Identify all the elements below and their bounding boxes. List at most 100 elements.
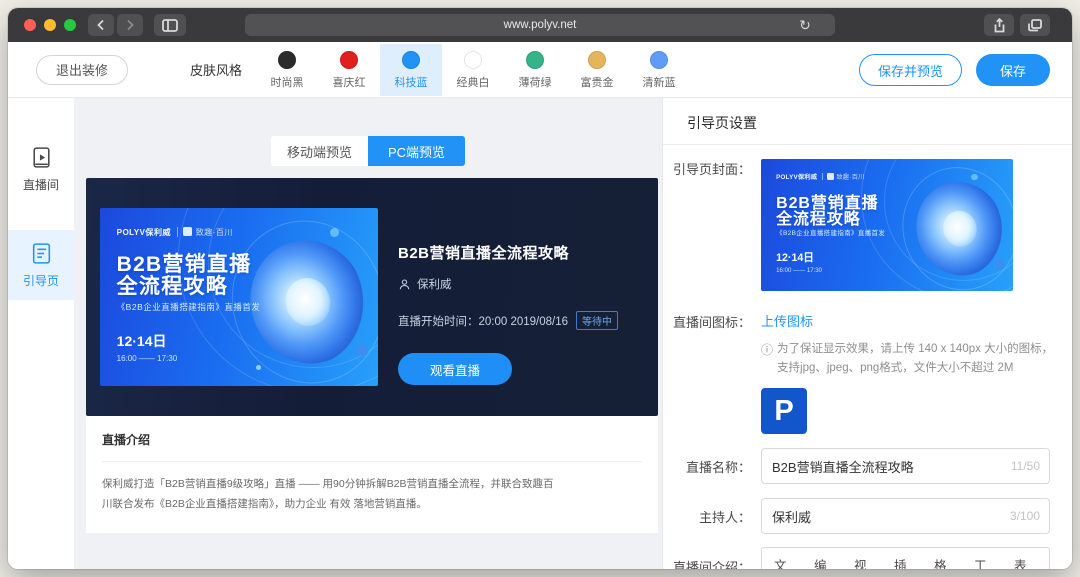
skin-color-dot (402, 51, 420, 69)
skin-option-label: 时尚黑 (271, 74, 304, 90)
info-icon: ⓘ (761, 341, 773, 377)
tab-pc-preview[interactable]: PC端预览 (368, 136, 465, 166)
live-name-input[interactable] (761, 448, 1050, 484)
tab-mobile-preview[interactable]: 移动端预览 (271, 136, 368, 166)
skin-swatch-list: 时尚黑 喜庆红 科技蓝 经典白 薄荷绿 富贵金 (256, 44, 690, 96)
skin-option-label: 富贵金 (581, 74, 614, 90)
brand-divider (177, 227, 178, 237)
status-badge: 等待中 (576, 311, 618, 330)
skin-option-white[interactable]: 经典白 (442, 44, 504, 96)
skin-style-label: 皮肤风格 (190, 60, 242, 79)
sidebar-item-label: 直播间 (23, 176, 59, 193)
banner-3d-disc (904, 171, 1013, 287)
polyv-logo: POLYV保利威 (117, 226, 171, 238)
live-info-block: B2B营销直播全流程攻略 保利威 直播开始时间：20:00 2019/08/16… (398, 242, 618, 385)
live-name-label: 直播名称： (663, 457, 751, 476)
skin-option-gold[interactable]: 富贵金 (566, 44, 628, 96)
skin-option-fresh-blue[interactable]: 清新蓝 (628, 44, 690, 96)
char-counter: 11/50 (1011, 459, 1040, 473)
live-cover-banner: POLYV保利威 致趣·百川 B2B营销直播 全流程攻略 《B2B企业直播搭建指… (100, 208, 378, 386)
browser-sidebar-toggle-button[interactable] (154, 14, 186, 36)
skin-option-label: 经典白 (457, 74, 490, 90)
minimize-window-button[interactable] (44, 19, 56, 31)
skin-color-dot (526, 51, 544, 69)
browser-back-button[interactable] (88, 14, 114, 36)
browser-share-button[interactable] (984, 14, 1014, 36)
exit-decorate-button[interactable]: 退出装修 (36, 55, 128, 85)
live-host-row: 保利威 (398, 276, 618, 292)
skin-option-label: 喜庆红 (333, 74, 366, 90)
skin-color-dot (650, 51, 668, 69)
cobrand-name: 致趣·百川 (836, 172, 864, 181)
editor-menu-edit[interactable]: 编辑 (814, 555, 837, 569)
skin-color-dot (588, 51, 606, 69)
live-intro-section: 直播介绍 保利威打造「B2B营销直播9级攻略」直播 —— 用90分钟拆解B2B营… (86, 416, 658, 533)
chevron-right-icon (125, 19, 135, 31)
decor-dot (256, 365, 261, 370)
skin-option-black[interactable]: 时尚黑 (256, 44, 318, 96)
rich-text-editor[interactable]: 文件 编辑 视图 插入 格式 工具 表格 (761, 547, 1050, 569)
cobrand-logo-icon (183, 227, 192, 236)
browser-tabs-button[interactable] (1020, 14, 1050, 36)
upload-icon-link[interactable]: 上传图标 (761, 311, 813, 330)
editor-menu-format[interactable]: 格式 (934, 555, 957, 569)
divider (102, 461, 642, 462)
skin-option-tech-blue[interactable]: 科技蓝 (380, 44, 442, 96)
editor-menu-file[interactable]: 文件 (774, 555, 797, 569)
live-intro-heading: 直播介绍 (102, 431, 642, 448)
cover-label: 引导页封面： (663, 159, 751, 291)
room-icon-logo[interactable]: P (761, 388, 807, 434)
live-start-time-row: 直播开始时间：20:00 2019/08/16 等待中 (398, 311, 618, 330)
close-window-button[interactable] (24, 19, 36, 31)
live-intro-body: 保利威打造「B2B营销直播9级攻略」直播 —— 用90分钟拆解B2B营销直播全流… (102, 475, 557, 515)
skin-option-label: 薄荷绿 (519, 74, 552, 90)
editor-menu-tools[interactable]: 工具 (974, 555, 997, 569)
room-icon-label: 直播间图标： (663, 312, 751, 331)
host-label: 主持人： (663, 507, 751, 526)
skin-option-label: 科技蓝 (395, 74, 428, 90)
preview-tabs: 移动端预览 PC端预览 (74, 136, 662, 166)
skin-option-mint-green[interactable]: 薄荷绿 (504, 44, 566, 96)
watch-live-button[interactable]: 观看直播 (398, 353, 512, 385)
toolbar-actions: 保存并预览 保存 (859, 54, 1050, 86)
save-and-preview-button[interactable]: 保存并预览 (859, 54, 962, 86)
live-title: B2B营销直播全流程攻略 (398, 242, 618, 263)
skin-option-red[interactable]: 喜庆红 (318, 44, 380, 96)
save-button[interactable]: 保存 (976, 54, 1050, 86)
sidebar-toggle-icon (162, 19, 178, 32)
banner-subtitle: 《B2B企业直播搭建指南》直播首发 (776, 228, 885, 237)
host-input[interactable] (761, 498, 1050, 534)
sidebar-item-guide-page[interactable]: 引导页 (8, 230, 74, 300)
skin-color-dot (340, 51, 358, 69)
cobrand-logo-icon (827, 173, 834, 180)
editor-menu-view[interactable]: 视图 (854, 555, 877, 569)
polyv-logo: POLYV保利威 (776, 172, 817, 181)
banner-brand-row: POLYV保利威 致趣·百川 (117, 226, 233, 238)
banner-subtitle: 《B2B企业直播搭建指南》直播首发 (117, 301, 261, 313)
live-start-time: 直播开始时间：20:00 2019/08/16 (398, 313, 568, 329)
live-host-name: 保利威 (417, 276, 452, 292)
editor-menubar: 文件 编辑 视图 插入 格式 工具 表格 (774, 555, 1037, 569)
url-bar[interactable] (245, 14, 835, 36)
editor-menu-table[interactable]: 表格 (1014, 555, 1037, 569)
sidebar-item-live-room[interactable]: 直播间 (8, 134, 74, 204)
browser-forward-button[interactable] (117, 14, 143, 36)
guide-cover-thumbnail[interactable]: POLYV保利威 致趣·百川 B2B营销直播 全流程攻略 《B2B企业直播搭建指… (761, 159, 1013, 291)
editor-menu-insert[interactable]: 插入 (894, 555, 917, 569)
left-nav: 直播间 引导页 (8, 98, 74, 569)
chevron-left-icon (96, 19, 106, 31)
tabs-overview-icon (1028, 19, 1042, 32)
banner-time: 16:00 —— 17:30 (117, 354, 177, 363)
browser-titlebar: ↻ (8, 8, 1072, 42)
cobrand-name: 致趣·百川 (196, 226, 233, 238)
person-icon (398, 278, 411, 291)
banner-brand-row: POLYV保利威 致趣·百川 (776, 172, 864, 181)
skin-color-dot (464, 51, 482, 69)
zoom-window-button[interactable] (64, 19, 76, 31)
brand-divider (822, 173, 823, 180)
pc-preview-stage: POLYV保利威 致趣·百川 B2B营销直播 全流程攻略 《B2B企业直播搭建指… (86, 178, 658, 416)
banner-date: 12·14日 (776, 250, 814, 265)
sidebar-item-label: 引导页 (23, 272, 59, 289)
refresh-icon[interactable]: ↻ (794, 14, 816, 36)
browser-window: ↻ 退出装修 皮肤风格 时尚黑 喜庆红 科技蓝 经典 (8, 8, 1072, 569)
